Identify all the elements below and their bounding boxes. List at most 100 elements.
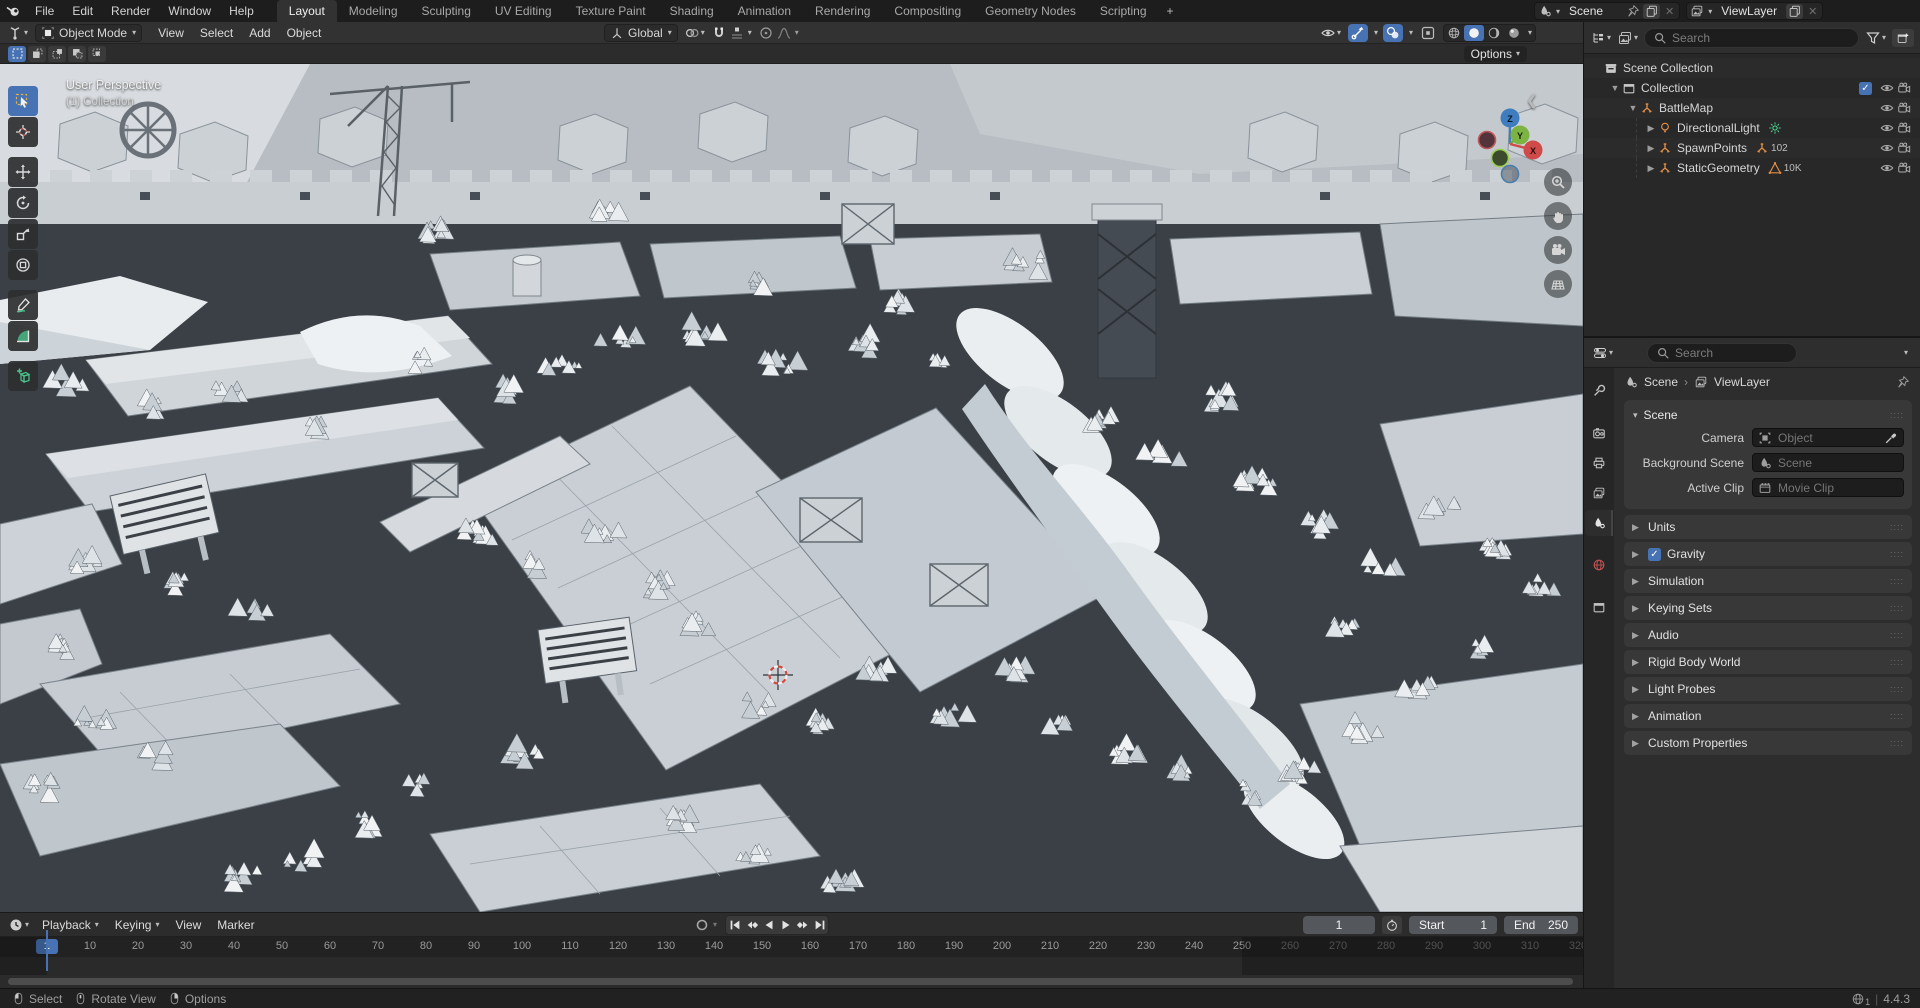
section-animation[interactable]: ▶Animation::::	[1624, 704, 1912, 728]
pivot-point-dropdown[interactable]: ▾	[684, 25, 705, 41]
remove-viewlayer-icon[interactable]: ✕	[1806, 5, 1819, 18]
disable-in-renders-toggle[interactable]	[1895, 101, 1912, 115]
viewlayer-selector[interactable]: ▾ ViewLayer ✕	[1686, 2, 1823, 20]
new-viewlayer-button[interactable]	[1786, 4, 1803, 19]
expand-icon[interactable]: ▶	[1644, 123, 1658, 134]
tab-shading[interactable]: Shading	[658, 0, 726, 22]
playhead[interactable]	[46, 930, 48, 971]
visibility-dropdown[interactable]: ▾	[1318, 24, 1343, 42]
section-rigid-body-world[interactable]: ▶Rigid Body World::::	[1624, 650, 1912, 674]
mode-dropdown[interactable]: Object Mode ▾	[35, 24, 142, 42]
timeline-menu-marker[interactable]: Marker	[209, 918, 262, 932]
shading-dropdown[interactable]: ▾	[1525, 28, 1535, 37]
end-frame-field[interactable]: End250	[1504, 916, 1578, 934]
tab-sculpting[interactable]: Sculpting	[410, 0, 483, 22]
shading-material-button[interactable]	[1484, 25, 1504, 41]
pin-icon[interactable]	[1896, 375, 1910, 389]
snap-controls[interactable]: ▾	[711, 25, 752, 41]
disable-in-renders-toggle[interactable]	[1895, 121, 1912, 135]
menu-help[interactable]: Help	[220, 0, 263, 22]
outliner-item-label[interactable]: StaticGeometry	[1677, 161, 1760, 175]
tab-collection-button[interactable]	[1585, 594, 1613, 620]
hide-in-viewport-toggle[interactable]	[1878, 141, 1895, 155]
tab-tool-button[interactable]	[1585, 378, 1613, 404]
menu-edit[interactable]: Edit	[63, 0, 102, 22]
viewport-menu-add[interactable]: Add	[241, 26, 278, 40]
viewport-menu-select[interactable]: Select	[192, 26, 241, 40]
xray-toggle[interactable]	[1418, 24, 1438, 42]
breadcrumb-viewlayer[interactable]: ViewLayer	[1714, 375, 1770, 389]
select-mode-4[interactable]	[88, 46, 106, 62]
outliner-row-battlemap[interactable]: ▼ BattleMap	[1584, 98, 1920, 118]
drag-handle[interactable]: ::::	[1890, 738, 1904, 748]
add-workspace-button[interactable]: +	[1159, 0, 1182, 22]
grid-toggle-button[interactable]	[1544, 270, 1572, 298]
scene-selector[interactable]: ▾ Scene ✕	[1534, 2, 1680, 20]
options-dropdown[interactable]: Options▾	[1464, 46, 1527, 62]
timeline-scrollbar[interactable]	[0, 975, 1583, 988]
outliner-row-staticgeometry[interactable]: ▶StaticGeometry10K	[1584, 158, 1920, 178]
hide-in-viewport-toggle[interactable]	[1878, 81, 1895, 95]
tab-viewlayer-button[interactable]	[1585, 480, 1613, 506]
tab-geometry-nodes[interactable]: Geometry Nodes	[973, 0, 1088, 22]
stopwatch-icon[interactable]	[1382, 916, 1402, 934]
select-mode-1[interactable]	[28, 46, 46, 62]
editor-type-button[interactable]: ▾	[0, 25, 32, 41]
overlays-toggle[interactable]	[1383, 24, 1403, 42]
tool-annotate-button[interactable]	[8, 290, 38, 320]
select-mode-0[interactable]	[8, 46, 26, 62]
tab-world-button[interactable]	[1585, 552, 1613, 578]
drag-handle[interactable]: ::::	[1890, 711, 1904, 721]
menu-render[interactable]: Render	[102, 0, 159, 22]
expand-icon[interactable]: ▼	[1608, 83, 1622, 93]
zoom-in-button[interactable]	[1544, 168, 1572, 196]
expand-icon[interactable]: ▼	[1626, 103, 1640, 113]
outliner-filter-dropdown[interactable]: ▾	[1617, 30, 1638, 46]
section-gravity[interactable]: ▶✓Gravity::::	[1624, 542, 1912, 566]
play-button[interactable]	[777, 916, 794, 934]
disable-in-renders-toggle[interactable]	[1895, 141, 1912, 155]
drag-handle[interactable]: ::::	[1890, 576, 1904, 586]
properties-search[interactable]	[1647, 343, 1797, 363]
hide-in-viewport-toggle[interactable]	[1878, 161, 1895, 175]
shading-wireframe-button[interactable]	[1444, 25, 1464, 41]
scene-icon[interactable]	[1538, 4, 1552, 18]
play-reverse-button[interactable]	[760, 916, 777, 934]
drag-handle[interactable]: ::::	[1890, 603, 1904, 613]
eyedropper-icon[interactable]	[1884, 431, 1898, 445]
tab-texture-paint[interactable]: Texture Paint	[564, 0, 658, 22]
transform-orientation-dropdown[interactable]: Global ▾	[604, 24, 678, 42]
current-frame-field[interactable]: 1	[1303, 916, 1375, 934]
timeline-menu-keying[interactable]: Keying▾	[107, 918, 168, 932]
tool-measure-button[interactable]	[8, 321, 38, 351]
field-input-active-clip[interactable]: Movie Clip	[1752, 478, 1904, 497]
tool-add-cube-button[interactable]	[8, 361, 38, 391]
section-keying-sets[interactable]: ▶Keying Sets::::	[1624, 596, 1912, 620]
outliner-search-input[interactable]	[1672, 31, 1850, 45]
timeline-channels[interactable]	[0, 957, 1583, 975]
section-simulation[interactable]: ▶Simulation::::	[1624, 569, 1912, 593]
camera-view-button[interactable]	[1544, 236, 1572, 264]
section-light-probes[interactable]: ▶Light Probes::::	[1624, 677, 1912, 701]
next-keyframe-button[interactable]	[794, 916, 811, 934]
tab-compositing[interactable]: Compositing	[882, 0, 973, 22]
disable-in-renders-toggle[interactable]	[1895, 81, 1912, 95]
menu-file[interactable]: File	[26, 0, 63, 22]
hide-in-viewport-toggle[interactable]	[1878, 121, 1895, 135]
tab-scripting[interactable]: Scripting	[1088, 0, 1159, 22]
tool-scale-button[interactable]	[8, 219, 38, 249]
scene-panel-header[interactable]: ▾ Scene ::::	[1632, 405, 1904, 425]
new-scene-button[interactable]	[1643, 4, 1660, 19]
viewport-3d[interactable]: User Perspective (1) Collection ❮ Z Y X	[0, 64, 1583, 912]
outliner-search[interactable]	[1644, 28, 1859, 48]
tool-select-box-button[interactable]	[8, 86, 38, 116]
tab-uv-editing[interactable]: UV Editing	[483, 0, 564, 22]
section-units[interactable]: ▶Units::::	[1624, 515, 1912, 539]
hide-in-viewport-toggle[interactable]	[1878, 101, 1895, 115]
properties-search-input[interactable]	[1675, 346, 1788, 360]
outliner-item-label[interactable]: BattleMap	[1659, 101, 1713, 115]
outliner-row-collection[interactable]: ▼Collection✓	[1584, 78, 1920, 98]
pan-hand-button[interactable]	[1544, 202, 1572, 230]
viewlayer-name[interactable]: ViewLayer	[1715, 4, 1783, 18]
viewport-menu-object[interactable]: Object	[279, 26, 330, 40]
